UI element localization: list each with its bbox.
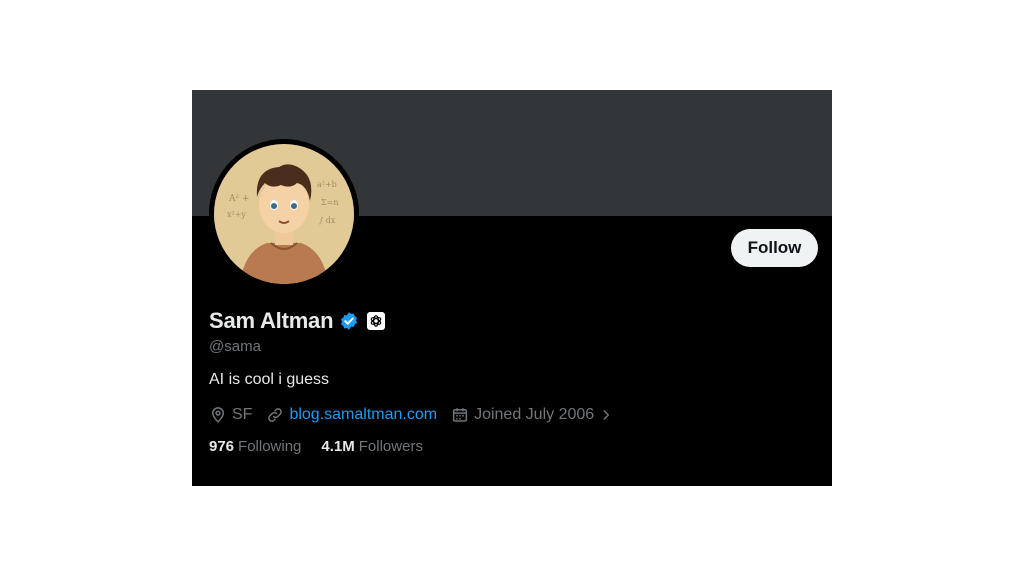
following-label: Following: [238, 438, 302, 455]
following-count: 976: [209, 438, 235, 455]
svg-text:a²+b: a²+b: [317, 180, 337, 189]
link-icon: [266, 406, 284, 424]
verified-badge-icon[interactable]: [339, 311, 359, 331]
profile-bio: AI is cool i guess: [209, 371, 330, 388]
chevron-right-icon: [599, 408, 613, 422]
following-link[interactable]: 976 Following: [209, 438, 301, 455]
svg-text:A² +: A² +: [228, 194, 250, 204]
followers-link[interactable]: 4.1M Followers: [321, 438, 423, 455]
calendar-icon: [451, 406, 469, 424]
profile-stats: 976 Following 4.1M Followers: [209, 438, 423, 455]
profile-meta: SF blog.samaltman.com Joined July 2006: [209, 403, 627, 427]
location-item: SF: [209, 406, 252, 424]
name-row: Sam Altman: [209, 306, 386, 336]
followers-count: 4.1M: [321, 438, 355, 455]
svg-text:∫ dx: ∫ dx: [319, 216, 336, 225]
location-text: SF: [232, 406, 253, 423]
user-handle: @sama: [209, 338, 261, 355]
location-pin-icon: [209, 406, 227, 424]
display-name: Sam Altman: [209, 308, 334, 333]
joined-text: Joined July 2006: [474, 406, 595, 423]
profile-card: A² + x²+y a²+b Σ=n ∫ dx Follow Sam Altma…: [192, 90, 832, 486]
svg-text:Σ=n: Σ=n: [321, 198, 339, 207]
website-link[interactable]: blog.samaltman.com: [289, 406, 437, 424]
avatar[interactable]: A² + x²+y a²+b Σ=n ∫ dx: [209, 139, 359, 289]
svg-text:x²+y: x²+y: [227, 210, 246, 219]
openai-logo-icon[interactable]: [367, 312, 386, 330]
website-item: blog.samaltman.com: [266, 406, 437, 424]
followers-label: Followers: [358, 438, 423, 455]
follow-button[interactable]: Follow: [731, 229, 818, 267]
joined-item[interactable]: Joined July 2006: [451, 406, 613, 424]
